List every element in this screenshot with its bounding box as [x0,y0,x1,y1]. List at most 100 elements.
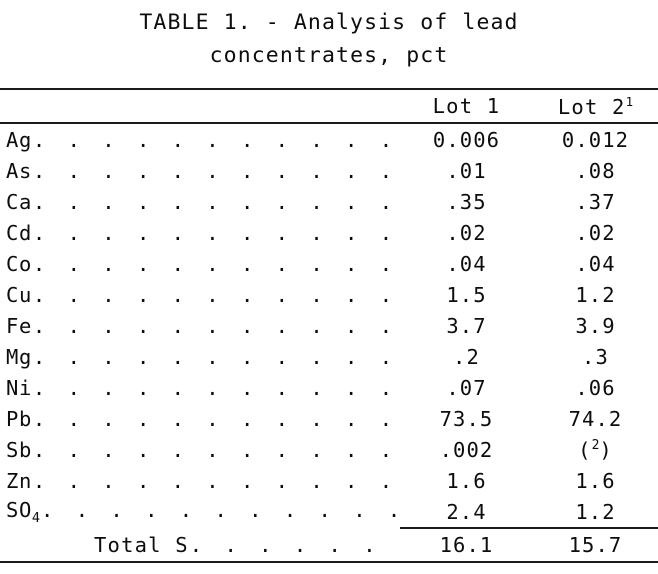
dot-leader: . . . . . . . . . . . . . . . . . . . . … [32,468,396,493]
row-label-cell: Mg. . . . . . . . . . . . . . . . . . . … [0,341,400,372]
table-row: Pb. . . . . . . . . . . . . . . . . . . … [0,403,658,434]
element-symbol: Ni [6,376,32,400]
table-row: Ni. . . . . . . . . . . . . . . . . . . … [0,372,658,403]
cell-lot1: .01 [446,158,487,183]
dot-leader: . . . . . . . . . . . . . . . . . . . . … [32,127,396,152]
footnote-paren-open: ( [578,437,592,462]
element-symbol: Ca [6,190,32,214]
row-label-cell: Fe. . . . . . . . . . . . . . . . . . . … [0,310,400,341]
dot-leader: . . . . . . . . . . . . . . . . . . . . … [32,220,396,245]
rule-segment [533,561,658,564]
cell-lot1: .07 [446,375,487,400]
total-cell-lot2: 15.7 [533,527,658,562]
dot-leader: . . . . . . . . . . . . . . . . . . . . … [32,282,396,307]
cell-lot2: 3.9 [575,313,616,338]
dot-leader: . . . . . . . . . . . . . . . . . . . . … [32,313,396,338]
footnote-marker: 1 [625,93,634,109]
dot-leader: . . . . . . . . . . . . . . . . . . . . … [32,189,396,214]
row-label-cell: Pb. . . . . . . . . . . . . . . . . . . … [0,403,400,434]
table-total-row: Total S. . . . . . . . . . . . . . . . .… [0,527,658,562]
table-row: Ag. . . . . . . . . . . . . . . . . . . … [0,123,658,155]
cell-lot2: 0.012 [561,127,630,152]
cell-lot2: .06 [575,375,616,400]
column-header-label: Lot 1 [432,94,501,118]
element-symbol: Mg [6,345,32,369]
cell-lot2: .02 [575,220,616,245]
table-bottom-rule [0,561,658,564]
element-symbol-text: Zn [6,468,32,493]
cell-lot1: .2 [453,344,480,369]
element-symbol-text: Ag [6,127,32,152]
element-symbol: Cd [6,221,32,245]
element-symbol-text: Fe [6,313,32,338]
dot-leader: . . . . . . . . . . . . . . . . . . . . … [32,375,396,400]
row-label-cell: SO4. . . . . . . . . . . . . . . . . . .… [0,496,400,528]
cell-lot2: .3 [582,344,609,369]
dot-leader: . . . . . . . . . . . . . . . . . . . . … [41,497,396,522]
row-label-cell: As. . . . . . . . . . . . . . . . . . . … [0,155,400,186]
row-label-cell: Ag. . . . . . . . . . . . . . . . . . . … [0,123,400,155]
element-symbol-text: Co [6,251,32,276]
row-label-cell: Cd. . . . . . . . . . . . . . . . . . . … [0,217,400,248]
column-header-lot1: Lot 1 [400,90,533,124]
element-symbol: Fe [6,314,32,338]
total-cell-lot1: 16.1 [400,527,533,562]
element-symbol-text: Cu [6,282,32,307]
cell-lot1: .04 [446,251,487,276]
dot-leader: . . . . . . . . . . . . . . . . . . . . … [32,251,396,276]
element-subscript: 4 [31,510,41,527]
table-row: Fe. . . . . . . . . . . . . . . . . . . … [0,310,658,341]
element-symbol-text: SO [6,497,32,522]
cell-lot1: 2.4 [446,499,487,524]
footnote-paren-close: ) [599,437,613,462]
element-symbol: SO4 [6,498,40,526]
table-row: Cd. . . . . . . . . . . . . . . . . . . … [0,217,658,248]
cell-lot2: 1.2 [575,282,616,307]
row-label-cell: Ca. . . . . . . . . . . . . . . . . . . … [0,186,400,217]
element-symbol-text: Ca [6,189,32,214]
cell-lot1: 3.7 [446,313,487,338]
element-symbol-text: Ni [6,375,32,400]
element-symbol: Sb [6,438,32,462]
cell-lot1: .35 [446,189,487,214]
element-symbol: Co [6,252,32,276]
element-symbol-text: Pb [6,406,32,431]
table-row: Ca. . . . . . . . . . . . . . . . . . . … [0,186,658,217]
cell-lot1: 1.5 [446,282,487,307]
element-symbol-text: Sb [6,437,32,462]
dot-leader: . . . . . . . . . . . . . . . . . . . . … [32,344,396,369]
cell-lot2: 74.2 [568,406,623,431]
table-caption-line-2: concentrates, pct [209,43,449,68]
data-table-container: Lot 1Lot 21Ag. . . . . . . . . . . . . .… [0,88,658,564]
element-symbol: Cu [6,283,32,307]
table-row: SO4. . . . . . . . . . . . . . . . . . .… [0,496,658,528]
document-page: TABLE 1. - Analysis of lead concentrates… [0,0,658,574]
column-header-lot2: Lot 21 [533,90,658,124]
cell-lot1: 1.6 [446,468,487,493]
element-symbol-text: Cd [6,220,32,245]
cell-lot2: (2) [533,434,658,465]
cell-lot1: 73.5 [439,406,494,431]
column-header-label: Lot 2 [557,94,626,119]
element-symbol: As [6,159,32,183]
table-row: Cu. . . . . . . . . . . . . . . . . . . … [0,279,658,310]
element-symbol: Pb [6,407,32,431]
table-row: As. . . . . . . . . . . . . . . . . . . … [0,155,658,186]
dot-leader: . . . . . . . . . . . . . . . . . . . . … [32,406,396,431]
cell-lot2: .08 [575,158,616,183]
cell-lot2: 1.6 [575,468,616,493]
dot-leader: . . . . . . . . . . . . . . . . . . . . … [32,158,396,183]
lead-concentrate-analysis-table: Lot 1Lot 21Ag. . . . . . . . . . . . . .… [0,88,658,564]
element-symbol: Zn [6,469,32,493]
table-header-row: Lot 1 Lot 21 [0,90,658,124]
row-label-cell: Zn. . . . . . . . . . . . . . . . . . . … [0,465,400,496]
element-symbol-text: As [6,158,32,183]
cell-lot1: .02 [446,220,487,245]
table-row: Sb. . . . . . . . . . . . . . . . . . . … [0,434,658,465]
row-label-cell: Co. . . . . . . . . . . . . . . . . . . … [0,248,400,279]
cell-lot1: .002 [439,437,494,462]
rule-segment [400,561,533,564]
cell-lot2: .37 [575,189,616,214]
total-row-label-cell: Total S. . . . . . . . . . . . . . . . .… [0,528,400,562]
cell-lot2: .04 [575,251,616,276]
